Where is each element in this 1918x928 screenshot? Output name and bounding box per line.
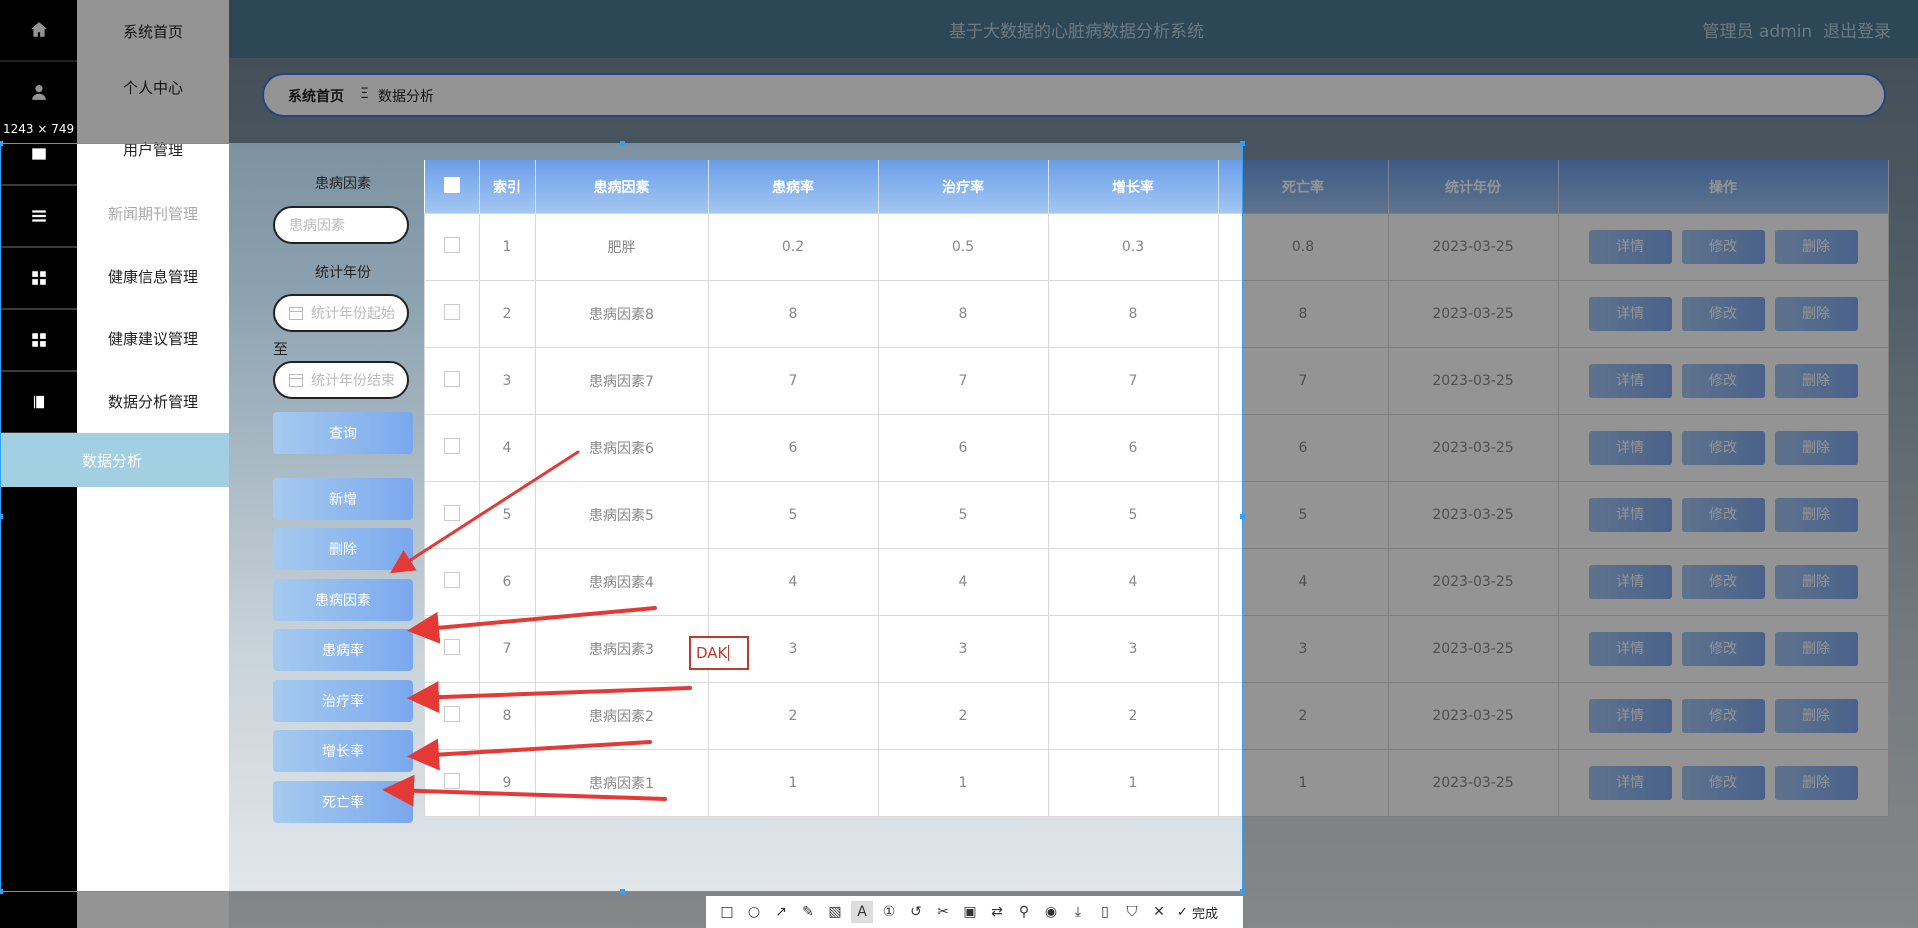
rectangle-tool-icon[interactable]: □ bbox=[716, 901, 738, 923]
done-label: 完成 bbox=[1192, 906, 1219, 922]
ellipse-tool-icon[interactable]: ○ bbox=[743, 901, 765, 923]
undo-icon[interactable]: ↺ bbox=[905, 901, 927, 923]
done-button[interactable]: ✓ 完成 bbox=[1177, 903, 1218, 922]
text-annotation: DAK bbox=[696, 644, 728, 662]
check-icon: ✓ bbox=[1177, 904, 1188, 920]
mosaic-tool-icon[interactable]: ▧ bbox=[824, 901, 846, 923]
arrow-annotation bbox=[407, 606, 657, 644]
close-icon[interactable]: ✕ bbox=[1148, 901, 1170, 923]
text-caret bbox=[728, 645, 730, 661]
download-icon[interactable]: ⤓ bbox=[1067, 901, 1089, 923]
phone-icon[interactable]: ▯ bbox=[1094, 901, 1116, 923]
arrow-annotation bbox=[382, 774, 667, 807]
arrow-annotation bbox=[407, 738, 652, 771]
arrow-annotation bbox=[407, 681, 692, 714]
arrow-annotation bbox=[389, 450, 580, 574]
text-annotation-box[interactable]: DAK bbox=[689, 636, 749, 670]
translate-tool-icon[interactable]: ⇄ bbox=[986, 901, 1008, 923]
arrow-annotations bbox=[382, 450, 692, 807]
screenshot-toolbar: □ ○ ↗ ✎ ▧ A ① ↺ ✂ ▣ ⇄ ⚲ ◉ ⤓ ▯ ⛉ ✕ ✓ 完成 bbox=[706, 896, 1243, 928]
bookmark-icon[interactable]: ⛉ bbox=[1121, 901, 1143, 923]
pin-icon[interactable]: ⚲ bbox=[1013, 901, 1035, 923]
record-icon[interactable]: ◉ bbox=[1040, 901, 1062, 923]
text-tool-icon[interactable]: A bbox=[851, 901, 873, 923]
number-tool-icon[interactable]: ① bbox=[878, 901, 900, 923]
ocr-tool-icon[interactable]: ▣ bbox=[959, 901, 981, 923]
arrow-tool-icon[interactable]: ↗ bbox=[770, 901, 792, 923]
crop-tool-icon[interactable]: ✂ bbox=[932, 901, 954, 923]
pen-tool-icon[interactable]: ✎ bbox=[797, 901, 819, 923]
